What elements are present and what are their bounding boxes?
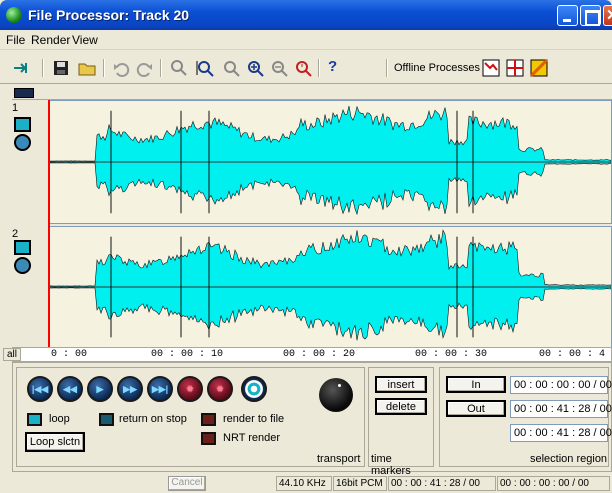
rewind-button[interactable]: ◀◀ [57, 376, 83, 402]
bit-format: 16bit PCM [333, 476, 387, 491]
return-on-stop-checkbox[interactable] [99, 413, 114, 426]
redo-icon[interactable] [136, 59, 154, 77]
zoom-fit-icon[interactable] [196, 59, 214, 77]
cancel-button[interactable]: Cancel [168, 476, 206, 491]
sample-rate: 44.10 KHz [276, 476, 332, 491]
envelope-icon[interactable] [482, 59, 500, 77]
selection-out-button[interactable]: Out [446, 400, 506, 417]
menu-bar: File Render View [0, 30, 612, 50]
record-arm-button[interactable]: ✹ [207, 376, 233, 402]
rewind-icon: ◀◀ [63, 383, 77, 394]
zoom-out-icon[interactable] [270, 59, 288, 77]
ruler-label: 00 : 00 : 10 [151, 349, 224, 360]
nrt-render-label: NRT render [223, 432, 281, 444]
selection-length-field[interactable]: 00 : 00 : 41 : 28 / 00 [510, 424, 612, 442]
ruler-label: 00 : 00 : 20 [283, 349, 356, 360]
stop-button[interactable] [241, 376, 267, 402]
render-to-file-checkbox[interactable] [201, 413, 216, 426]
zoom-in-icon[interactable] [246, 59, 264, 77]
record-arm-icon: ✹ [216, 383, 224, 394]
jog-knob[interactable] [319, 378, 353, 412]
loop-checkbox[interactable] [27, 413, 42, 426]
time-ruler[interactable]: all 0 : 00 00 : 00 : 10 00 : 00 : 20 00 … [3, 347, 612, 362]
marker-icon[interactable] [506, 59, 524, 77]
maximize-button[interactable] [580, 5, 601, 26]
render-to-file-label: render to file [223, 413, 285, 425]
track-1-monitor-button[interactable] [14, 117, 31, 132]
ruler-label: 0 : 00 [51, 349, 88, 360]
ruler-label: 00 : 00 : 30 [415, 349, 488, 360]
return-on-stop-label: return on stop [119, 413, 187, 425]
track-1-number: 1 [12, 102, 19, 114]
loop-label: loop [49, 413, 70, 425]
selection-region-group: In Out 00 : 00 : 00 : 00 / 00 00 : 00 : … [439, 367, 612, 467]
skip-back-button[interactable]: |◀◀ [27, 376, 53, 402]
control-panel: |◀◀ ◀◀ ▶ ▶▶ ▶▶| ✹ ✹ loop return on stop … [12, 362, 612, 477]
track-1-solo-button[interactable] [14, 134, 31, 151]
undo-icon[interactable] [112, 59, 130, 77]
fast-forward-button[interactable]: ▶▶ [117, 376, 143, 402]
loop-selection-button[interactable]: Loop slctn [25, 432, 85, 452]
skip-forward-button[interactable]: ▶▶| [147, 376, 173, 402]
track-1-waveform[interactable] [48, 100, 612, 224]
help-icon[interactable]: ? [328, 58, 337, 75]
status-bar: Cancel 44.10 KHz 16bit PCM 00 : 00 : 41 … [0, 474, 612, 493]
ruler-label: 00 : 00 : 4 [539, 349, 606, 360]
selection-out-field[interactable]: 00 : 00 : 41 : 28 / 00 [510, 400, 612, 418]
track-select-icon[interactable] [14, 88, 34, 98]
save-icon[interactable] [52, 59, 70, 77]
open-folder-icon[interactable] [78, 59, 96, 77]
track-2-waveform[interactable] [48, 226, 612, 348]
menu-file[interactable]: File [6, 33, 25, 47]
time-markers-group: insert delete time markers [368, 367, 434, 477]
play-icon: ▶ [96, 383, 104, 394]
cursor-readout: 00 : 00 : 00 : 00 / 00 [497, 476, 610, 491]
selection-region-group-label: selection region [530, 453, 608, 465]
fade-icon[interactable] [530, 59, 548, 77]
zoom-all-icon[interactable] [294, 59, 312, 77]
delete-marker-button[interactable]: delete [375, 398, 427, 415]
toolbar: ? Offline Processes [0, 51, 612, 84]
all-button[interactable]: all [3, 348, 22, 361]
skip-back-icon: |◀◀ [31, 383, 49, 394]
selection-in-field[interactable]: 00 : 00 : 00 : 00 / 00 [510, 376, 612, 394]
track-2-number: 2 [12, 228, 19, 240]
play-button[interactable]: ▶ [87, 376, 113, 402]
skip-forward-icon: ▶▶| [151, 383, 169, 394]
record-button[interactable]: ✹ [177, 376, 203, 402]
fast-forward-icon: ▶▶ [123, 383, 137, 394]
record-icon: ✹ [186, 383, 194, 394]
offline-processes-label: Offline Processes [394, 62, 481, 74]
transport-group-label: transport [317, 453, 361, 465]
zoom-track-icon[interactable] [222, 59, 240, 77]
window-title: File Processor: Track 20 [28, 7, 190, 23]
app-icon [6, 7, 22, 23]
pin-icon[interactable] [12, 59, 30, 77]
close-icon: ✕ [606, 6, 612, 24]
menu-render[interactable]: Render [31, 33, 70, 47]
nrt-render-checkbox[interactable] [201, 432, 216, 445]
selection-in-button[interactable]: In [446, 376, 506, 393]
insert-marker-button[interactable]: insert [375, 376, 427, 393]
close-button[interactable]: ✕ [603, 5, 612, 26]
playback-cursor [48, 100, 50, 348]
transport-group: |◀◀ ◀◀ ▶ ▶▶ ▶▶| ✹ ✹ loop return on stop … [16, 367, 365, 467]
track-2-monitor-button[interactable] [14, 240, 31, 255]
position-readout: 00 : 00 : 41 : 28 / 00 [388, 476, 496, 491]
title-bar: File Processor: Track 20 ✕ [0, 0, 612, 30]
menu-view[interactable]: View [72, 33, 98, 47]
stop-icon [243, 378, 265, 400]
minimize-button[interactable] [557, 5, 578, 26]
track-2-solo-button[interactable] [14, 257, 31, 274]
zoom-selection-icon[interactable] [170, 59, 188, 77]
